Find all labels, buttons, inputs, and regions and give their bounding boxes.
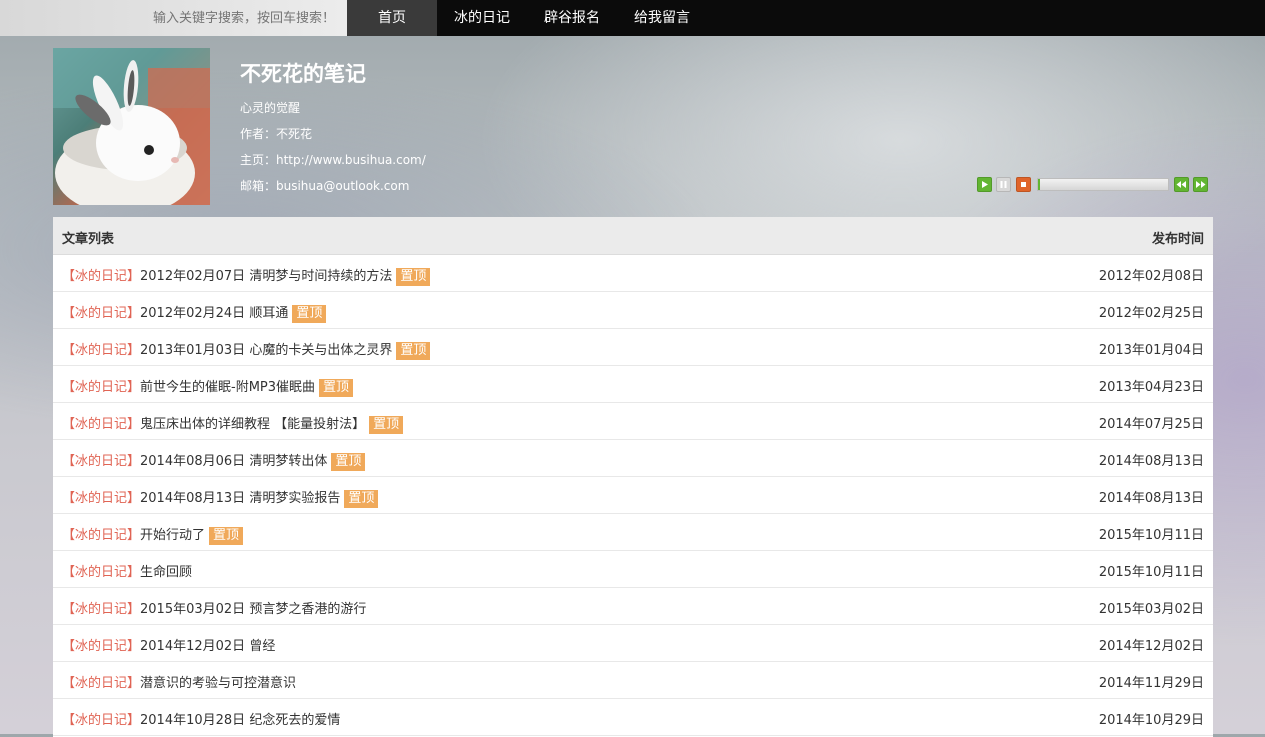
category-link[interactable]: 【冰的日记】 xyxy=(62,417,140,432)
category-link[interactable]: 【冰的日记】 xyxy=(62,491,140,506)
sticky-badge: 置顶 xyxy=(396,268,431,286)
sticky-badge: 置顶 xyxy=(369,416,404,434)
author-line: 作者：不死花 xyxy=(240,127,313,141)
publish-date: 2014年08月13日 xyxy=(1098,454,1204,469)
article-title-link[interactable]: 2014年10月28日 纪念死去的爱情 xyxy=(140,713,340,728)
publish-date: 2012年02月08日 xyxy=(1098,269,1204,284)
publish-date: 2015年10月11日 xyxy=(1098,528,1204,543)
nav-bigu-signup[interactable]: 辟谷报名 xyxy=(527,0,617,36)
category-link[interactable]: 【冰的日记】 xyxy=(62,639,140,654)
sticky-badge: 置顶 xyxy=(331,453,366,471)
article-entry: 【冰的日记】生命回顾 xyxy=(62,561,192,580)
article-entry: 【冰的日记】鬼压床出体的详细教程 【能量投射法】 置顶 xyxy=(62,413,404,434)
table-row: 【冰的日记】2015年03月02日 预言梦之香港的游行 2015年03月02日 xyxy=(53,588,1213,625)
search-input[interactable] xyxy=(0,0,347,36)
article-title-link[interactable]: 鬼压床出体的详细教程 【能量投射法】 xyxy=(140,417,365,432)
article-title-link[interactable]: 生命回顾 xyxy=(140,565,192,580)
table-row: 【冰的日记】2012年02月07日 清明梦与时间持续的方法 置顶 2012年02月0… xyxy=(53,255,1213,292)
article-title-link[interactable]: 开始行动了 xyxy=(140,528,205,543)
category-link[interactable]: 【冰的日记】 xyxy=(62,676,140,691)
table-row: 【冰的日记】鬼压床出体的详细教程 【能量投射法】 置顶 2014年07月25日 xyxy=(53,403,1213,440)
nav-home[interactable]: 首页 xyxy=(347,0,437,36)
article-list: 【冰的日记】2012年02月07日 清明梦与时间持续的方法 置顶 2012年02月0… xyxy=(53,255,1213,736)
category-link[interactable]: 【冰的日记】 xyxy=(62,713,140,728)
publish-date-column-title: 发布时间 xyxy=(1151,232,1204,247)
article-title-link[interactable]: 前世今生的催眠-附MP3催眠曲 xyxy=(140,380,315,395)
article-entry: 【冰的日记】2014年10月28日 纪念死去的爱情 xyxy=(62,709,340,728)
previous-track-icon[interactable] xyxy=(1174,177,1189,192)
top-navbar: 首页 冰的日记 辟谷报名 给我留言 xyxy=(0,0,1265,36)
article-list-panel: 文章列表 发布时间 【冰的日记】2012年02月07日 清明梦与时间持续的方法置… xyxy=(53,217,1213,737)
article-title-link[interactable]: 2014年08月06日 清明梦转出体 xyxy=(140,454,327,469)
article-entry: 【冰的日记】2014年08月06日 清明梦转出体 置顶 xyxy=(62,450,366,471)
article-entry: 【冰的日记】2012年02月24日 顺耳通 置顶 xyxy=(62,302,327,323)
sticky-badge: 置顶 xyxy=(292,305,327,323)
category-link[interactable]: 【冰的日记】 xyxy=(62,269,140,284)
publish-date: 2014年11月29日 xyxy=(1098,676,1204,691)
article-entry: 【冰的日记】2014年08月13日 清明梦实验报告 置顶 xyxy=(62,487,379,508)
sticky-badge: 置顶 xyxy=(344,490,379,508)
article-entry: 【冰的日记】潜意识的考验与可控潜意识 xyxy=(62,672,296,691)
table-row: 【冰的日记】2012年02月24日 顺耳通 置顶 2012年02月25日 xyxy=(53,292,1213,329)
table-row: 【冰的日记】2013年01月03日 心魔的卡关与出体之灵界 置顶 2013年01月0… xyxy=(53,329,1213,366)
table-row: 【冰的日记】2014年10月28日 纪念死去的爱情 2014年10月29日 xyxy=(53,699,1213,736)
table-row: 【冰的日记】2014年08月13日 清明梦实验报告 置顶 2014年08月13日 xyxy=(53,477,1213,514)
category-link[interactable]: 【冰的日记】 xyxy=(62,380,140,395)
avatar xyxy=(53,48,210,205)
sticky-badge: 置顶 xyxy=(396,342,431,360)
article-title-link[interactable]: 2012年02月24日 顺耳通 xyxy=(140,306,288,321)
publish-date: 2014年10月29日 xyxy=(1098,713,1204,728)
sticky-badge: 置顶 xyxy=(209,527,244,545)
article-title-link[interactable]: 2012年02月07日 清明梦与时间持续的方法 xyxy=(140,269,392,284)
article-entry: 【冰的日记】2014年12月02日 曾经 xyxy=(62,635,275,654)
article-list-header: 文章列表 发布时间 xyxy=(53,217,1213,255)
music-player xyxy=(977,177,1212,193)
article-title-link[interactable]: 2013年01月03日 心魔的卡关与出体之灵界 xyxy=(140,343,392,358)
playback-progress-fill xyxy=(1038,179,1040,190)
blog-title: 不死花的笔记 xyxy=(240,62,366,86)
publish-date: 2015年10月11日 xyxy=(1098,565,1204,580)
publish-date: 2013年04月23日 xyxy=(1098,380,1204,395)
publish-date: 2014年08月13日 xyxy=(1098,491,1204,506)
publish-date: 2012年02月25日 xyxy=(1098,306,1204,321)
article-title-link[interactable]: 2014年08月13日 清明梦实验报告 xyxy=(140,491,340,506)
publish-date: 2014年12月02日 xyxy=(1098,639,1204,654)
table-row: 【冰的日记】潜意识的考验与可控潜意识 2014年11月29日 xyxy=(53,662,1213,699)
table-row: 【冰的日记】2014年08月06日 清明梦转出体 置顶 2014年08月13日 xyxy=(53,440,1213,477)
article-entry: 【冰的日记】2012年02月07日 清明梦与时间持续的方法 置顶 xyxy=(62,265,431,286)
publish-date: 2015年03月02日 xyxy=(1098,602,1204,617)
stop-icon[interactable] xyxy=(1016,177,1031,192)
category-link[interactable]: 【冰的日记】 xyxy=(62,602,140,617)
next-track-icon[interactable] xyxy=(1193,177,1208,192)
table-row: 【冰的日记】前世今生的催眠-附MP3催眠曲 置顶 2013年04月23日 xyxy=(53,366,1213,403)
nav-ice-diary[interactable]: 冰的日记 xyxy=(437,0,527,36)
article-entry: 【冰的日记】前世今生的催眠-附MP3催眠曲 置顶 xyxy=(62,376,354,397)
publish-date: 2014年07月25日 xyxy=(1098,417,1204,432)
category-link[interactable]: 【冰的日记】 xyxy=(62,528,140,543)
sticky-badge: 置顶 xyxy=(319,379,354,397)
pause-icon[interactable] xyxy=(996,177,1011,192)
category-link[interactable]: 【冰的日记】 xyxy=(62,306,140,321)
article-entry: 【冰的日记】开始行动了 置顶 xyxy=(62,524,244,545)
table-row: 【冰的日记】开始行动了 置顶 2015年10月11日 xyxy=(53,514,1213,551)
nav-guestbook[interactable]: 给我留言 xyxy=(617,0,707,36)
blog-subtitle: 心灵的觉醒 xyxy=(240,101,301,115)
article-title-link[interactable]: 2014年12月02日 曾经 xyxy=(140,639,275,654)
table-row: 【冰的日记】2014年12月02日 曾经 2014年12月02日 xyxy=(53,625,1213,662)
email-line[interactable]: 邮箱：busihua@outlook.com xyxy=(240,177,409,194)
category-link[interactable]: 【冰的日记】 xyxy=(62,454,140,469)
table-row: 【冰的日记】生命回顾 2015年10月11日 xyxy=(53,551,1213,588)
article-title-link[interactable]: 2015年03月02日 预言梦之香港的游行 xyxy=(140,602,366,617)
category-link[interactable]: 【冰的日记】 xyxy=(62,565,140,580)
article-title-link[interactable]: 潜意识的考验与可控潜意识 xyxy=(140,676,296,691)
play-icon[interactable] xyxy=(977,177,992,192)
playback-progress-bar[interactable] xyxy=(1037,178,1169,191)
homepage-line[interactable]: 主页：http://www.busihua.com/ xyxy=(240,151,426,168)
publish-date: 2013年01月04日 xyxy=(1098,343,1204,358)
category-link[interactable]: 【冰的日记】 xyxy=(62,343,140,358)
article-entry: 【冰的日记】2013年01月03日 心魔的卡关与出体之灵界 置顶 xyxy=(62,339,431,360)
article-entry: 【冰的日记】2015年03月02日 预言梦之香港的游行 xyxy=(62,598,366,617)
article-list-column-title: 文章列表 xyxy=(62,232,115,247)
